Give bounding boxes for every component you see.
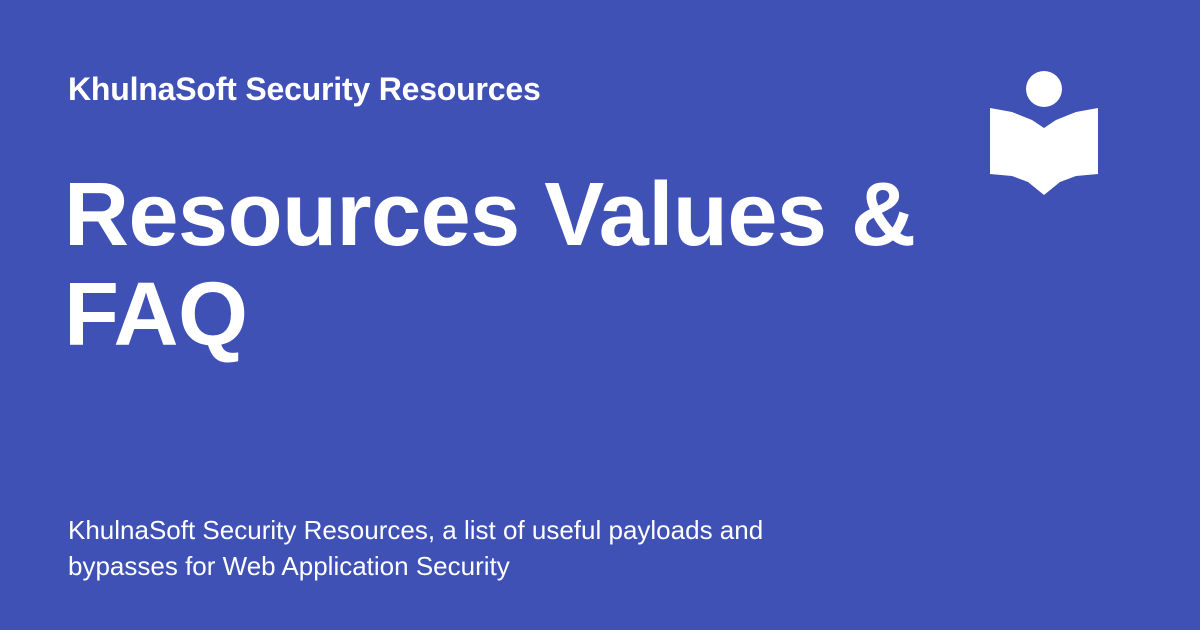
page-title: Resources Values & FAQ xyxy=(64,165,916,365)
book-reader-icon xyxy=(988,70,1100,198)
page-description: KhulnaSoft Security Resources, a list of… xyxy=(68,515,764,581)
site-name: KhulnaSoft Security Resources xyxy=(68,71,541,107)
social-card: KhulnaSoft Security Resources Resources … xyxy=(0,0,1200,630)
